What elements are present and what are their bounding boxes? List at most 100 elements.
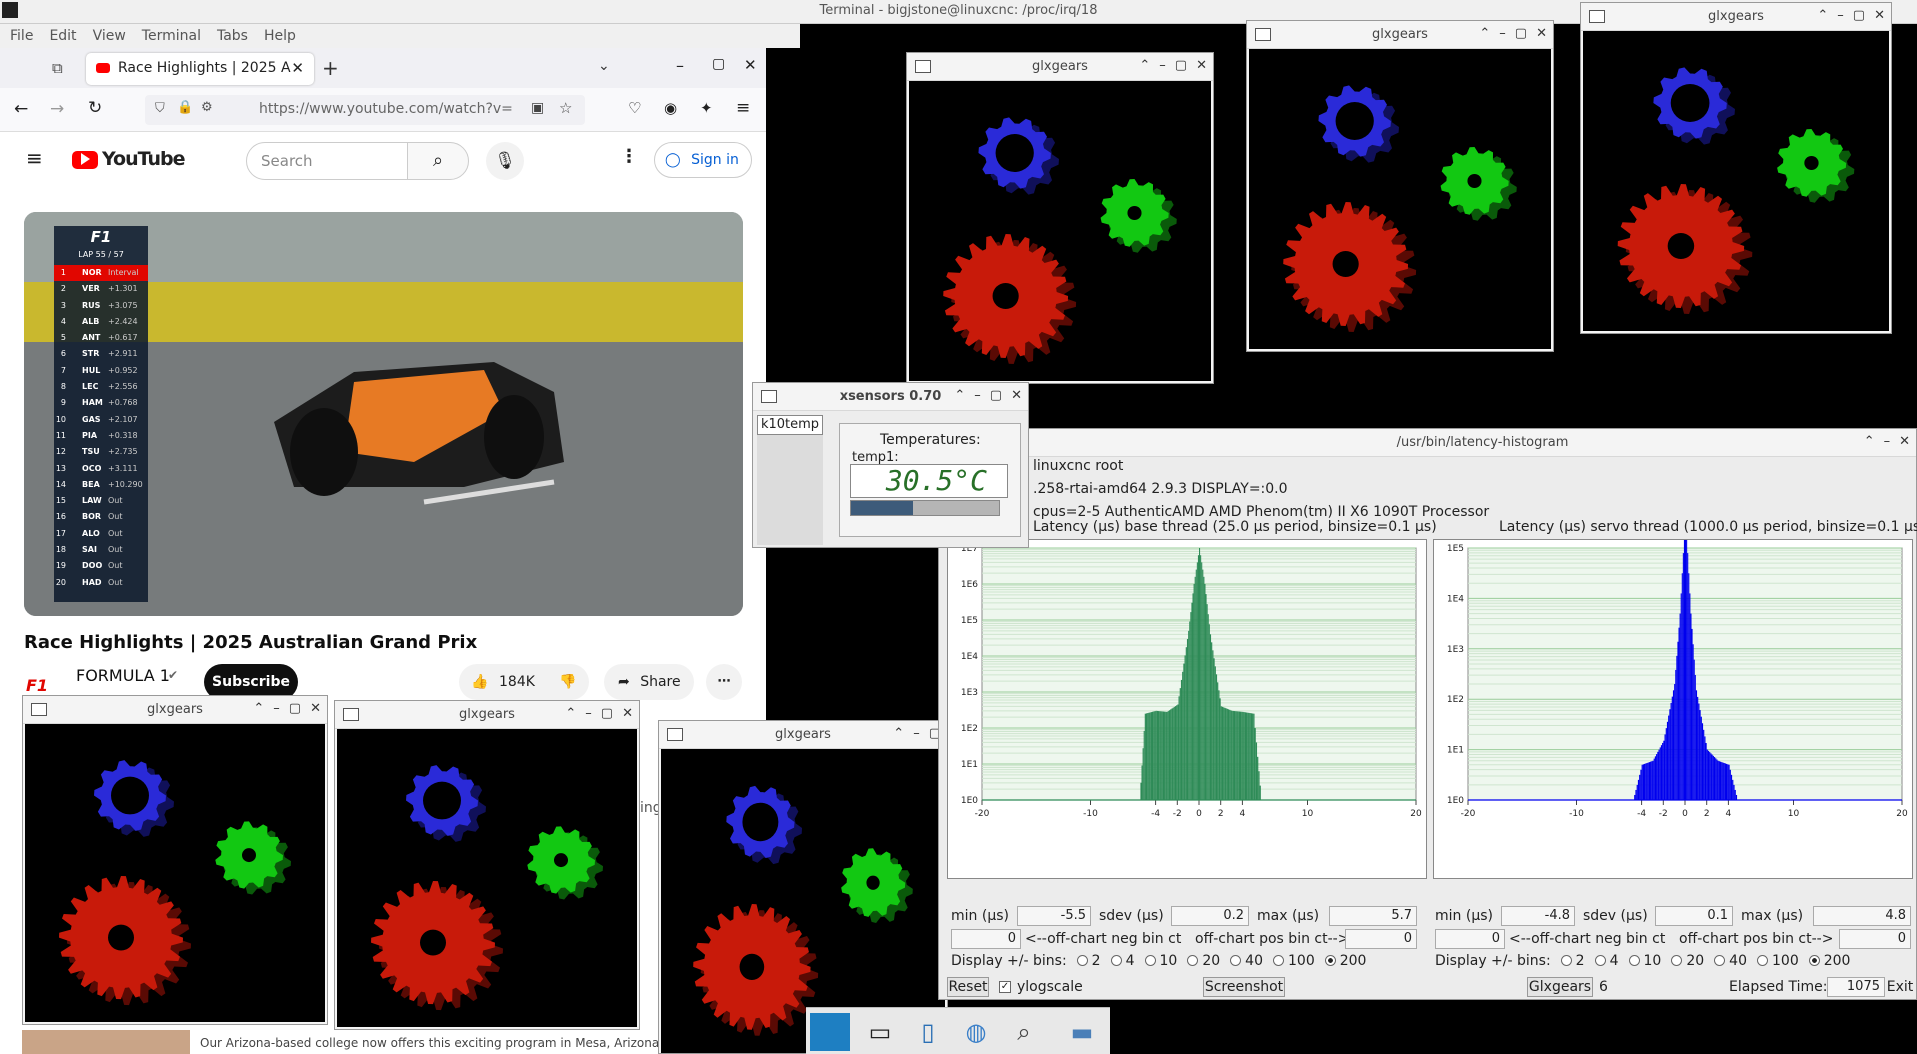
shade-icon[interactable]: ⌃ <box>1479 26 1490 41</box>
permissions-icon[interactable]: ⚙ <box>201 100 213 115</box>
like-icon[interactable]: 👍 <box>471 664 488 700</box>
latency-titlebar[interactable]: /usr/bin/latency-histogram ⌃ – ✕ <box>939 429 1916 457</box>
glxgears-window-6[interactable]: glxgears ⌃ – ▢ <box>658 720 948 1054</box>
back-arrow-icon[interactable]: ← <box>14 99 28 119</box>
minimize-icon[interactable]: – <box>974 388 981 403</box>
bins-radio-200[interactable] <box>1324 955 1336 966</box>
minimize-icon[interactable]: – <box>1884 434 1891 449</box>
glxgears-window-2[interactable]: glxgears ⌃ – ▢ ✕ <box>1246 20 1554 352</box>
bins-radio-20[interactable] <box>1671 955 1683 966</box>
maximize-icon[interactable]: ▢ <box>601 706 613 721</box>
bins-radio-4[interactable] <box>1110 955 1122 966</box>
url-bar[interactable]: ⛉ 🔒 ⚙ https://www.youtube.com/watch?v= ▣… <box>145 95 585 125</box>
glxgears-window-3[interactable]: glxgears ⌃ – ▢ ✕ <box>1580 2 1892 334</box>
sensor-tab-k10temp[interactable]: k10temp <box>757 415 823 435</box>
youtube-logo[interactable]: YouTube <box>102 148 185 170</box>
shade-icon[interactable]: ⌃ <box>1817 8 1828 23</box>
glxgears-window-4[interactable]: glxgears ⌃ – ▢ ✕ <box>22 695 328 1025</box>
more-actions-icon[interactable]: ⋯ <box>706 664 742 700</box>
gears-canvas[interactable] <box>909 81 1211 381</box>
menu-file[interactable]: File <box>10 24 33 48</box>
like-count[interactable]: 184K <box>499 664 535 700</box>
gears-canvas[interactable] <box>25 724 325 1022</box>
glxgears-window-1[interactable]: glxgears ⌃ – ▢ ✕ <box>906 52 1214 384</box>
menu-terminal[interactable]: Terminal <box>142 24 201 48</box>
minimize-button[interactable]: – <box>676 56 684 75</box>
channel-avatar[interactable]: F1 <box>26 676 48 695</box>
share-button[interactable]: ➦ Share <box>604 664 694 700</box>
bookmark-star-icon[interactable]: ☆ <box>559 99 572 117</box>
app-finder-icon[interactable]: ⌕ <box>1004 1013 1044 1051</box>
bins-radio-100[interactable] <box>1757 955 1768 966</box>
url-text[interactable]: https://www.youtube.com/watch?v= <box>259 101 513 117</box>
pocket-icon[interactable]: ♡ <box>628 99 641 117</box>
tab-youtube[interactable]: Race Highlights | 2025 A ✕ <box>86 53 314 85</box>
search-input[interactable]: Search <box>246 142 408 180</box>
gears-canvas[interactable] <box>1249 49 1551 349</box>
bins-radio-10[interactable] <box>1628 955 1640 966</box>
glxgears-titlebar[interactable]: glxgears ⌃ – ▢ ✕ <box>1581 3 1891 31</box>
bins-radio-10[interactable] <box>1144 955 1156 966</box>
xsensors-window[interactable]: xsensors 0.70 ⌃ – ▢ ✕ k10temp Temperatures: … <box>752 382 1029 548</box>
xsensors-titlebar[interactable]: xsensors 0.70 ⌃ – ▢ ✕ <box>753 383 1028 411</box>
shade-icon[interactable]: ⌃ <box>1139 58 1150 73</box>
bins-radio-200[interactable] <box>1808 955 1820 966</box>
exit-button[interactable]: Exit <box>1885 977 1915 997</box>
tab-list-icon[interactable]: ⧉ <box>52 59 63 77</box>
reload-icon[interactable]: ↻ <box>88 98 102 118</box>
video-player[interactable]: F1 LAP 55 / 57 1 NOR Interval 2 VER +1.301 3 RU… <box>24 212 743 616</box>
bins-radio-2[interactable] <box>1076 955 1088 966</box>
web-browser-launcher-icon[interactable]: ◍ <box>956 1013 996 1051</box>
maximize-icon[interactable]: ▢ <box>1853 8 1865 23</box>
bins-radio-2[interactable] <box>1560 955 1572 966</box>
minimize-icon[interactable]: – <box>273 701 280 716</box>
menu-tabs[interactable]: Tabs <box>217 24 248 48</box>
forward-arrow-icon[interactable]: → <box>50 99 64 119</box>
shade-icon[interactable]: ⌃ <box>565 706 576 721</box>
close-icon[interactable]: ✕ <box>1011 388 1022 403</box>
terminal-launcher-icon[interactable]: ▭ <box>860 1013 900 1051</box>
bins-radio-100[interactable] <box>1273 955 1284 966</box>
bins-radio-20[interactable] <box>1187 955 1199 966</box>
maximize-button[interactable]: ▢ <box>712 56 725 72</box>
maximize-icon[interactable]: ▢ <box>1175 58 1187 73</box>
bins-radio-40[interactable] <box>1230 955 1242 966</box>
minimize-icon[interactable]: – <box>1159 58 1166 73</box>
voice-search-button[interactable]: 🎙 <box>486 142 524 180</box>
shade-icon[interactable]: ⌃ <box>253 701 264 716</box>
glxgears-titlebar[interactable]: glxgears ⌃ – ▢ ✕ <box>23 696 327 724</box>
extensions-icon[interactable]: ✦ <box>700 99 713 117</box>
lock-icon[interactable]: 🔒 <box>177 100 193 115</box>
shade-icon[interactable]: ⌃ <box>1864 434 1875 449</box>
folder-icon[interactable]: ▬ <box>1062 1013 1102 1051</box>
show-desktop-icon[interactable] <box>810 1013 850 1051</box>
minimize-icon[interactable]: – <box>913 726 920 741</box>
close-icon[interactable]: ✕ <box>1196 58 1207 73</box>
gears-canvas[interactable] <box>337 729 637 1027</box>
tab-close-icon[interactable]: ✕ <box>291 59 304 77</box>
shade-icon[interactable]: ⌃ <box>893 726 904 741</box>
ylogscale-checkbox[interactable]: ✓ <box>999 981 1011 993</box>
ad-thumbnail[interactable] <box>22 1030 190 1054</box>
close-icon[interactable]: ✕ <box>622 706 633 721</box>
close-icon[interactable]: ✕ <box>310 701 321 716</box>
menu-help[interactable]: Help <box>264 24 296 48</box>
new-tab-button[interactable]: + <box>322 56 339 80</box>
menu-view[interactable]: View <box>93 24 126 48</box>
menu-edit[interactable]: Edit <box>49 24 76 48</box>
glxgears-titlebar[interactable]: glxgears ⌃ – ▢ ✕ <box>1247 21 1553 49</box>
reset-button[interactable]: Reset <box>947 977 989 997</box>
glxgears-titlebar[interactable]: glxgears ⌃ – ▢ ✕ <box>907 53 1213 81</box>
close-icon[interactable]: ✕ <box>1536 26 1547 41</box>
shield-icon[interactable]: ⛉ <box>155 101 165 116</box>
glxgears-window-5[interactable]: glxgears ⌃ – ▢ ✕ <box>334 700 640 1030</box>
glxgears-titlebar[interactable]: glxgears ⌃ – ▢ <box>659 721 947 749</box>
close-icon[interactable]: ✕ <box>1874 8 1885 23</box>
guide-menu-icon[interactable]: ≡ <box>26 146 43 170</box>
maximize-icon[interactable]: ▢ <box>1515 26 1527 41</box>
maximize-icon[interactable]: ▢ <box>289 701 301 716</box>
screenshot-button[interactable]: Screenshot <box>1203 977 1285 997</box>
account-icon[interactable]: ◉ <box>664 99 677 117</box>
menu-hamburger-icon[interactable]: ≡ <box>736 98 750 118</box>
minimize-icon[interactable]: – <box>1837 8 1844 23</box>
